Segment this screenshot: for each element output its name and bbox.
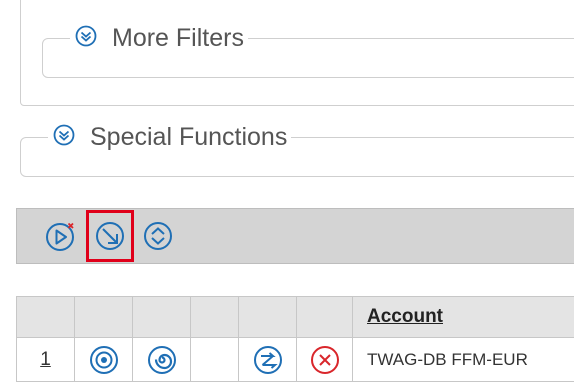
row-number[interactable]: 1 [40,349,51,370]
row-number-cell[interactable]: 1 [17,338,75,382]
special-functions-toggle[interactable]: Special Functions [48,122,291,152]
table-header-row: Account [17,297,574,338]
account-column-header[interactable]: Account [353,297,574,338]
table-row: 1 [17,338,574,382]
header-cell [17,297,75,338]
empty-cell [191,338,239,382]
more-filters-label: More Filters [112,24,244,53]
target-cell[interactable] [75,338,133,382]
header-cell [297,297,353,338]
transfer-icon[interactable] [251,343,285,377]
play-stop-button[interactable] [44,219,78,253]
header-cell [75,297,133,338]
chevron-down-circle-icon [52,123,76,152]
expand-collapse-button[interactable] [141,219,175,253]
expand-collapse-icon [141,219,175,253]
target-icon[interactable] [87,343,121,377]
spiral-cell[interactable] [133,338,191,382]
spiral-icon[interactable] [145,343,179,377]
account-cell: TWAG-DB FFM-EUR [353,338,574,382]
header-cell [133,297,191,338]
cancel-cell[interactable] [297,338,353,382]
selected-button-highlight [86,210,134,262]
more-filters-toggle[interactable]: More Filters [70,23,248,53]
play-stop-icon [44,219,78,253]
chevron-down-circle-icon [74,24,98,53]
header-cell [191,297,239,338]
accounts-table: Account 1 [16,296,574,382]
special-functions-label: Special Functions [90,123,287,152]
transfer-cell[interactable] [239,338,297,382]
header-cell [239,297,297,338]
cancel-icon[interactable] [308,343,342,377]
